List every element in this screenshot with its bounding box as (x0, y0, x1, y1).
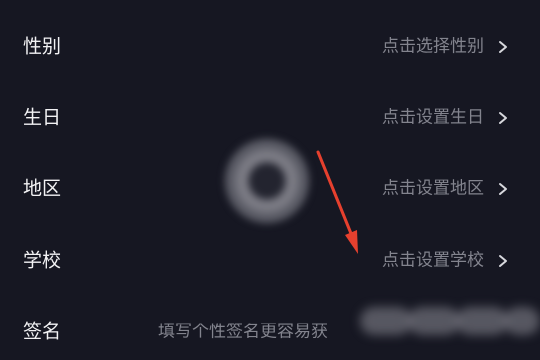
birthday-label: 生日 (23, 106, 62, 129)
region-value: 点击设置地区 (382, 178, 484, 199)
chevron-right-icon (499, 255, 507, 267)
blurred-watermark-logo (222, 136, 312, 226)
chevron-right-icon (499, 183, 507, 195)
region-label: 地区 (23, 177, 62, 200)
gender-row[interactable]: 性别 点击选择性别 (0, 11, 540, 83)
chevron-right-icon (499, 41, 507, 53)
signature-label: 签名 (23, 320, 62, 343)
school-value: 点击设置学校 (382, 250, 484, 271)
blurred-watermark-text (360, 298, 540, 346)
school-row[interactable]: 学校 点击设置学校 (0, 225, 540, 297)
chevron-right-icon (499, 112, 507, 124)
gender-value: 点击选择性别 (382, 36, 484, 57)
birthday-value: 点击设置生日 (382, 107, 484, 128)
signature-placeholder: 填写个性签名更容易获 (158, 323, 328, 341)
school-label: 学校 (23, 249, 62, 272)
gender-label: 性别 (23, 35, 62, 58)
